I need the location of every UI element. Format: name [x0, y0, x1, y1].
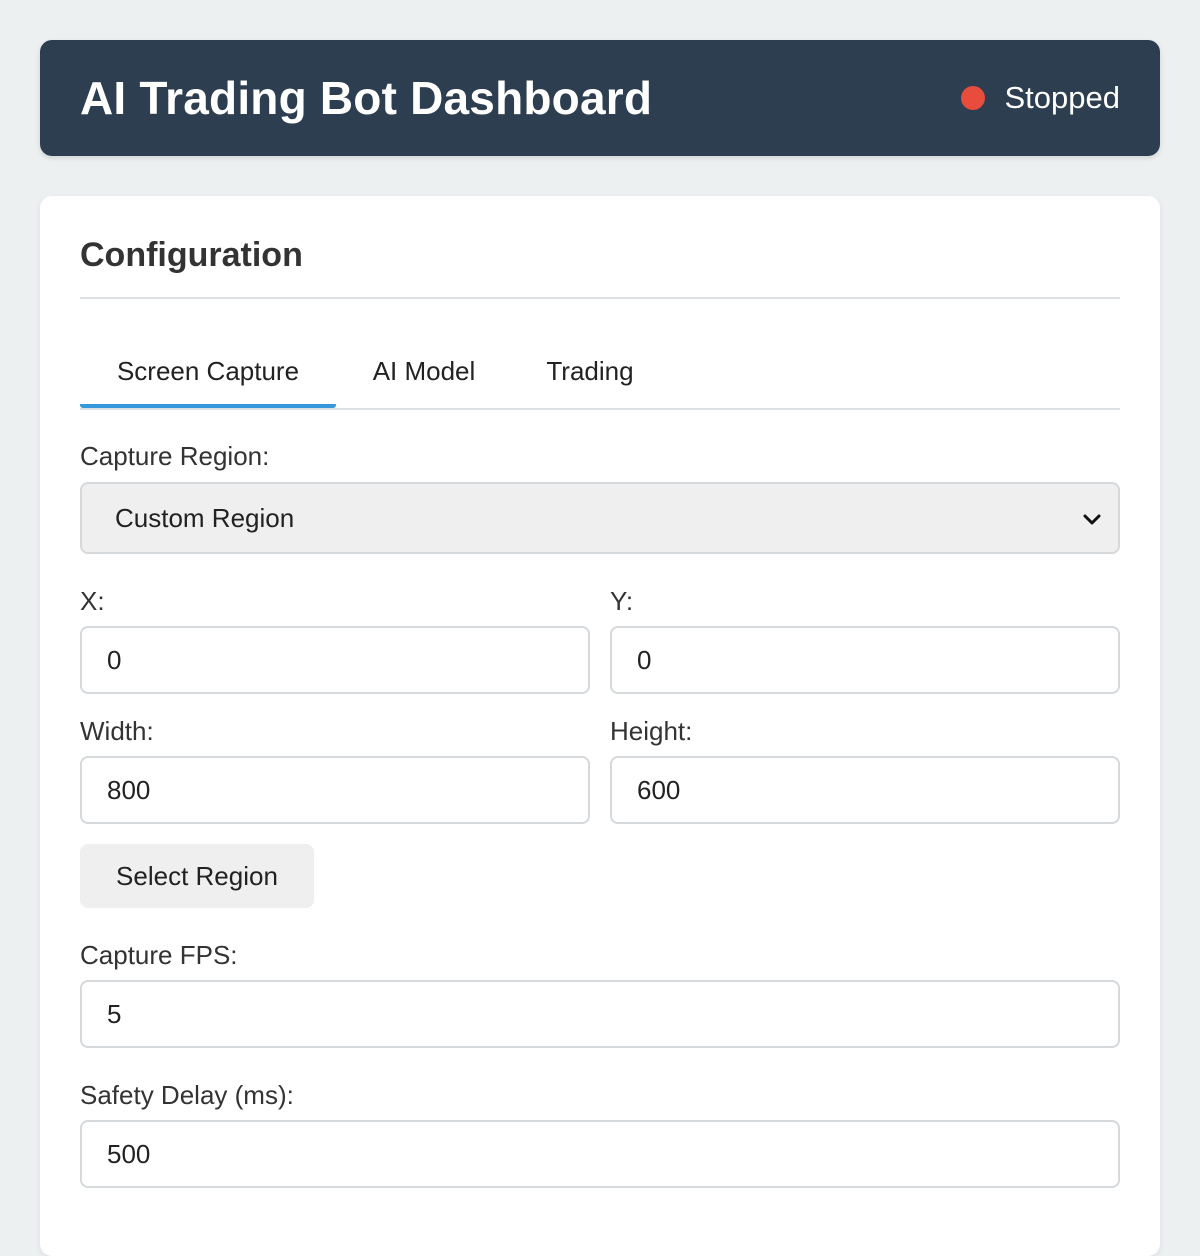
- capture-fps-input[interactable]: 5: [80, 980, 1120, 1048]
- title-divider: [80, 297, 1120, 299]
- width-label: Width:: [80, 716, 154, 746]
- y-input[interactable]: 0: [610, 626, 1120, 694]
- height-label: Height:: [610, 716, 693, 746]
- x-input[interactable]: 0: [80, 626, 590, 694]
- safety-delay-label: Safety Delay (ms):: [80, 1080, 294, 1110]
- capture-region-select[interactable]: Custom Region: [80, 482, 1120, 554]
- height-value: 600: [637, 774, 681, 805]
- chevron-down-icon: [1083, 514, 1101, 525]
- config-tabs: Screen Capture AI Model Trading: [80, 342, 1120, 410]
- configuration-title: Configuration: [80, 236, 303, 274]
- safety-delay-value: 500: [107, 1138, 151, 1169]
- capture-fps-value: 5: [107, 998, 122, 1029]
- y-value: 0: [637, 644, 652, 675]
- tab-screen-capture[interactable]: Screen Capture: [80, 342, 336, 408]
- height-input[interactable]: 600: [610, 756, 1120, 824]
- page-title: AI Trading Bot Dashboard: [80, 72, 653, 124]
- capture-fps-label: Capture FPS:: [80, 940, 238, 970]
- status-indicator: Stopped: [960, 80, 1121, 116]
- y-label: Y:: [610, 586, 634, 616]
- capture-region-value: Custom Region: [115, 502, 295, 533]
- configuration-panel: Configuration Screen Capture AI Model Tr…: [40, 196, 1160, 1256]
- x-value: 0: [107, 644, 122, 675]
- status-dot-icon: [960, 86, 985, 110]
- capture-region-label: Capture Region:: [80, 441, 270, 471]
- width-input[interactable]: 800: [80, 756, 590, 824]
- select-region-button[interactable]: Select Region: [80, 844, 314, 908]
- safety-delay-input[interactable]: 500: [80, 1120, 1120, 1188]
- tab-ai-model[interactable]: AI Model: [336, 342, 512, 408]
- status-text: Stopped: [1004, 80, 1121, 115]
- width-value: 800: [107, 774, 151, 805]
- dashboard-header: AI Trading Bot Dashboard Stopped: [40, 40, 1160, 156]
- x-label: X:: [80, 586, 105, 616]
- tab-trading[interactable]: Trading: [512, 342, 668, 408]
